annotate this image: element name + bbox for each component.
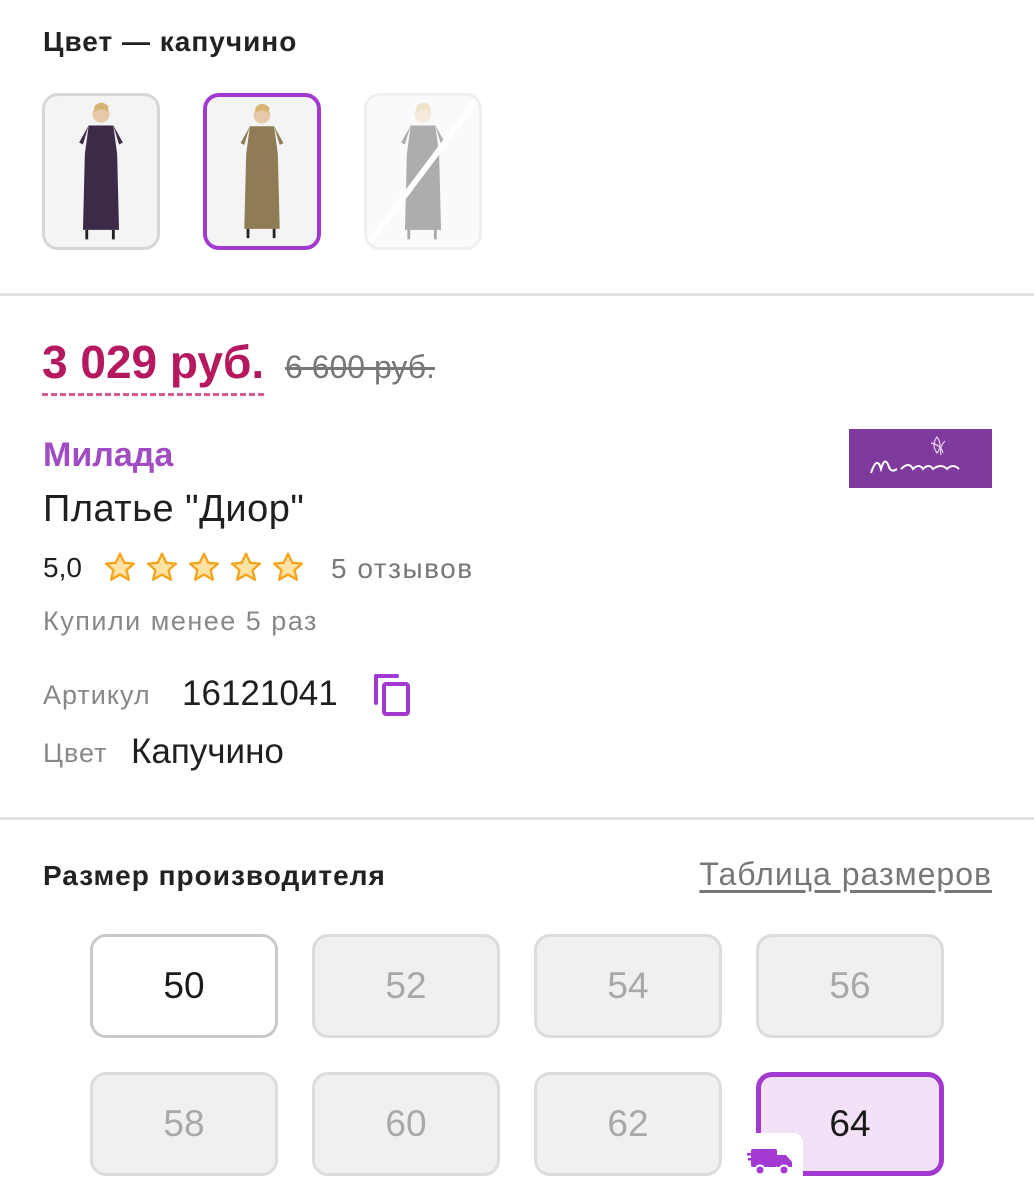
size-option-62[interactable]: 62 (534, 1072, 722, 1176)
article-value: 16121041 (182, 674, 338, 713)
product-title: Платье "Диор" (43, 488, 305, 530)
rating-stars[interactable] (101, 550, 307, 586)
brand-logo[interactable] (849, 429, 992, 488)
brand-logo-image (849, 429, 992, 488)
color-swatch-dark-purple[interactable] (42, 93, 160, 250)
size-heading: Размер производителя (43, 860, 386, 891)
color-value: Капучино (131, 732, 284, 771)
size-option-56[interactable]: 56 (756, 934, 944, 1038)
delivery-badge (741, 1133, 803, 1183)
current-price[interactable]: 3 029 руб. (42, 336, 265, 396)
brand-link[interactable]: Милада (43, 436, 173, 475)
divider (0, 817, 1034, 820)
reviews-link[interactable]: 5 отзывов (331, 553, 474, 585)
product-page: Цвет — капучино 3 029 руб. 6 600 руб. Ми… (0, 0, 1034, 1200)
star-icon (146, 552, 178, 581)
old-price: 6 600 руб. (285, 349, 435, 385)
bought-count: Купили менее 5 раз (43, 606, 318, 636)
color-heading: Цвет — капучино (43, 26, 298, 57)
divider (0, 293, 1034, 296)
star-icon (272, 552, 304, 581)
star-icon (104, 552, 136, 581)
copy-icon[interactable] (371, 673, 413, 717)
color-swatch-black[interactable] (364, 93, 482, 250)
size-option-54[interactable]: 54 (534, 934, 722, 1038)
star-icon (188, 552, 220, 581)
size-option-58[interactable]: 58 (90, 1072, 278, 1176)
unavailable-strike-icon (367, 96, 479, 247)
size-option-60[interactable]: 60 (312, 1072, 500, 1176)
article-label: Артикул (43, 680, 151, 710)
star-icon (230, 552, 262, 581)
color-swatch-cappuccino[interactable] (203, 93, 321, 250)
color-label: Цвет (43, 738, 108, 768)
truck-icon (747, 1149, 792, 1176)
size-option-52[interactable]: 52 (312, 934, 500, 1038)
size-option-50[interactable]: 50 (90, 934, 278, 1038)
dress-thumbnail-icon (207, 98, 317, 245)
rating-value: 5,0 (43, 552, 82, 583)
dress-thumbnail-icon (45, 96, 157, 247)
size-table-link[interactable]: Таблица размеров (699, 856, 992, 893)
